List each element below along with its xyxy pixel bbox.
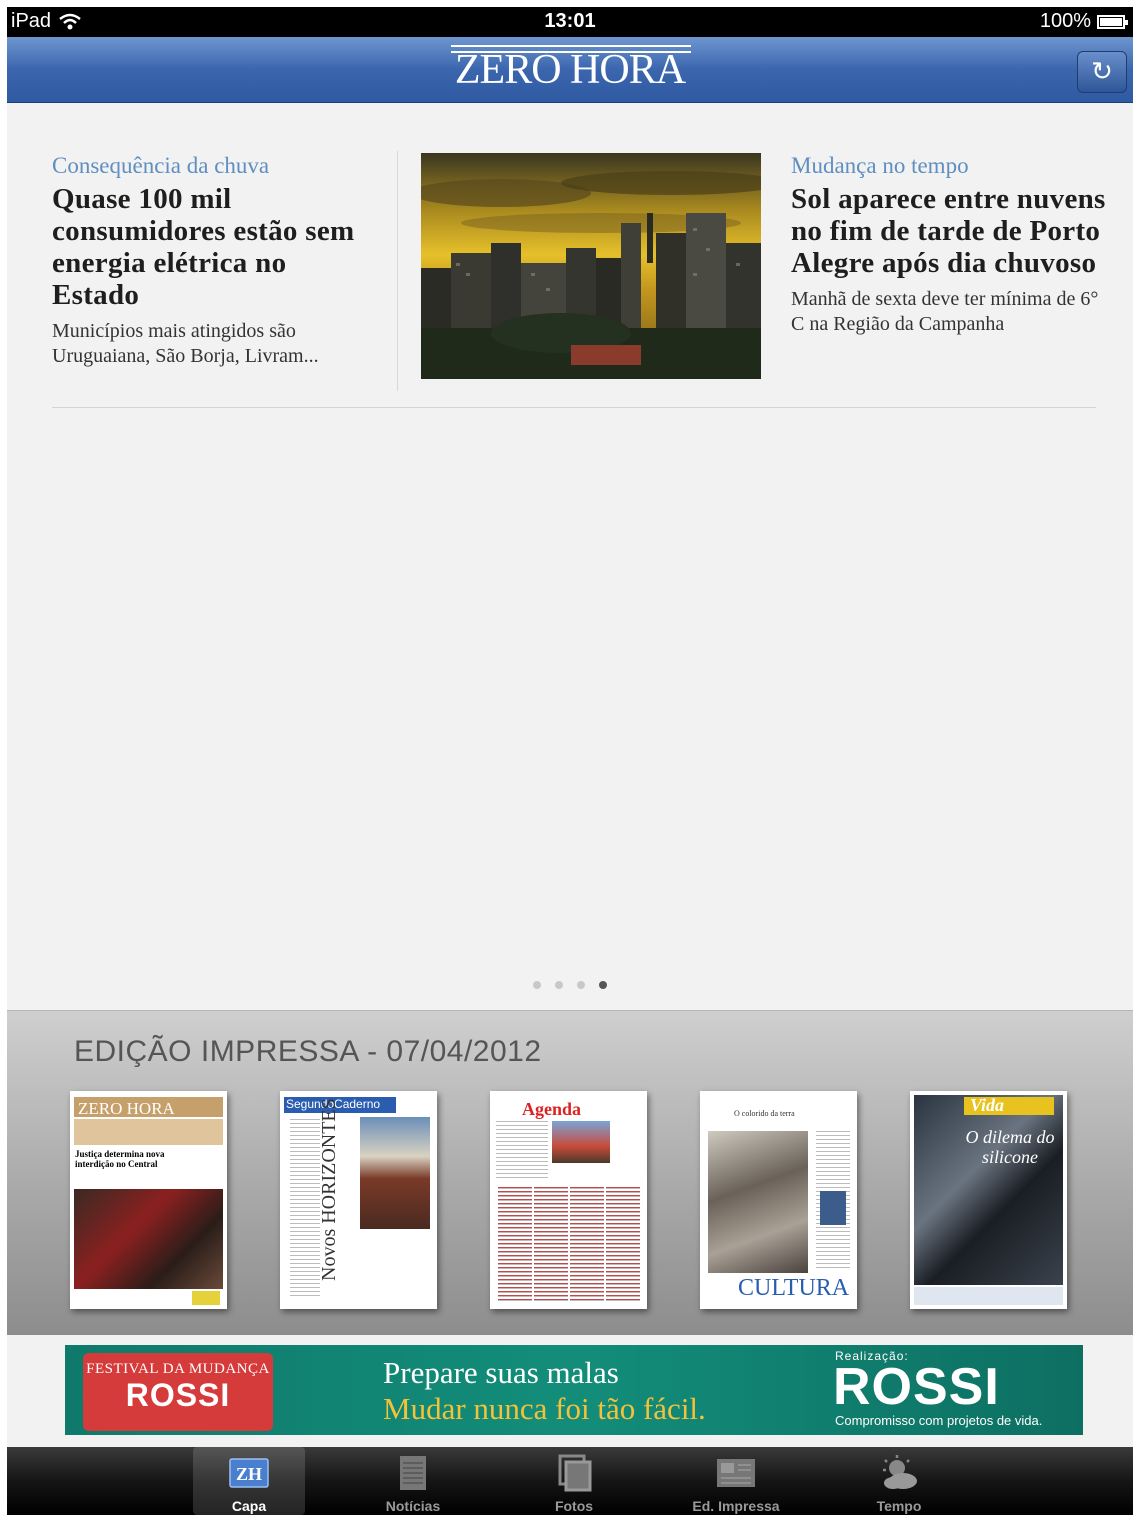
- page-dot[interactable]: [533, 981, 541, 989]
- thumb-headline: O dilema do silicone: [965, 1127, 1055, 1167]
- ad-line-1: Prepare suas malas: [383, 1355, 619, 1390]
- print-edition-section: EDIÇÃO IMPRESSA - 07/04/2012 ZERO HORA J…: [7, 1010, 1133, 1335]
- story-divider: [397, 151, 398, 391]
- tab-ed-impressa[interactable]: Ed. Impressa: [680, 1447, 792, 1515]
- status-bar: iPad 13:01 100%: [7, 7, 1133, 37]
- tab-label: Notícias: [385, 1498, 441, 1514]
- edition-thumb-cultura[interactable]: O colorido da terra CULTURA: [700, 1091, 857, 1309]
- story-card-left[interactable]: Consequência da chuva Quase 100 mil cons…: [52, 153, 372, 369]
- thumb-title: O colorido da terra: [734, 1109, 795, 1118]
- page-dot-active[interactable]: [599, 981, 607, 989]
- festival-badge: FESTIVAL DA MUDANÇA ROSSI: [83, 1353, 273, 1431]
- edition-thumb-agenda[interactable]: Agenda: [490, 1091, 647, 1309]
- tab-bar: ZH Capa Notícias Fotos Ed. Impressa Temp…: [7, 1447, 1133, 1515]
- refresh-icon: ↻: [1091, 56, 1113, 86]
- ad-banner[interactable]: FESTIVAL DA MUDANÇA ROSSI Prepare suas m…: [65, 1345, 1083, 1435]
- photos-icon: [558, 1454, 592, 1492]
- battery-percent: 100%: [1039, 10, 1091, 32]
- story-summary: Municípios mais atingidos são Uruguaiana…: [52, 320, 319, 367]
- edition-thumb-zero-hora[interactable]: ZERO HORA Justiça determina nova interdi…: [70, 1091, 227, 1309]
- page-dot[interactable]: [577, 981, 585, 989]
- refresh-button[interactable]: ↻: [1077, 51, 1127, 93]
- tab-tempo[interactable]: Tempo: [843, 1447, 955, 1515]
- status-time: 13:01: [544, 10, 596, 32]
- festival-label: FESTIVAL DA MUDANÇA: [86, 1361, 270, 1377]
- ad-tagline: Compromisso com projetos de vida.: [835, 1413, 1043, 1428]
- tab-capa[interactable]: ZH Capa: [193, 1447, 305, 1515]
- tab-noticias[interactable]: Notícias: [357, 1447, 469, 1515]
- edition-thumb-segundo-caderno[interactable]: SegundoCaderno Novos HORIZONTES: [280, 1091, 437, 1309]
- thumb-headline: Novos HORIZONTES: [318, 1098, 340, 1281]
- news-carousel[interactable]: Consequência da chuva Quase 100 mil cons…: [7, 103, 1133, 1013]
- edition-title: EDIÇÃO IMPRESSA - 07/04/2012: [74, 1035, 542, 1068]
- page-dot[interactable]: [555, 981, 563, 989]
- thumb-title: Vida: [970, 1095, 1005, 1115]
- print-edition-icon: [717, 1459, 755, 1487]
- thumb-title: ZERO HORA: [78, 1099, 175, 1118]
- news-divider: [52, 407, 1096, 408]
- story-card-right[interactable]: Mudança no tempo Sol aparece entre nuven…: [791, 153, 1111, 337]
- newspaper-icon: [400, 1456, 426, 1490]
- thumb-headline: Justiça determina nova interdição no Cen…: [75, 1149, 165, 1169]
- app-screen: iPad 13:01 100% ZERO HORA ↻ Consequência…: [7, 7, 1133, 1515]
- edition-thumb-vida[interactable]: Vida O dilema do silicone: [910, 1091, 1067, 1309]
- weather-icon: [883, 1455, 917, 1489]
- story-photo[interactable]: [421, 153, 761, 379]
- story-kicker: Consequência da chuva: [52, 153, 270, 178]
- svg-text:ZH: ZH: [236, 1464, 262, 1484]
- story-kicker: Mudança no tempo: [791, 153, 969, 178]
- nav-bar: ZERO HORA ↻: [7, 37, 1133, 103]
- tab-label: Ed. Impressa: [692, 1498, 780, 1514]
- tab-label: Tempo: [876, 1498, 922, 1514]
- tab-label: Fotos: [554, 1498, 594, 1514]
- app-logo: ZERO HORA: [454, 47, 686, 93]
- city-sunset-image: [421, 153, 761, 379]
- zh-icon: ZH: [229, 1458, 269, 1488]
- ad-line-2: Mudar nunca foi tão fácil.: [383, 1391, 706, 1426]
- tab-label: Capa: [231, 1498, 267, 1514]
- battery-icon: [1097, 14, 1128, 29]
- thumb-title: Agenda: [522, 1099, 582, 1119]
- tab-fotos[interactable]: Fotos: [518, 1447, 630, 1515]
- ad-brand-logo: ROSSI: [833, 1358, 1000, 1416]
- page-indicator[interactable]: [7, 981, 1133, 989]
- festival-brand: ROSSI: [125, 1377, 231, 1413]
- story-headline[interactable]: Sol aparece entre nuvens no fim de tarde…: [791, 183, 1111, 279]
- story-summary: Manhã de sexta deve ter mínima de 6° C n…: [791, 288, 1099, 335]
- story-headline[interactable]: Quase 100 mil consumidores estão sem ene…: [52, 183, 372, 311]
- thumb-headline: CULTURA: [738, 1275, 850, 1301]
